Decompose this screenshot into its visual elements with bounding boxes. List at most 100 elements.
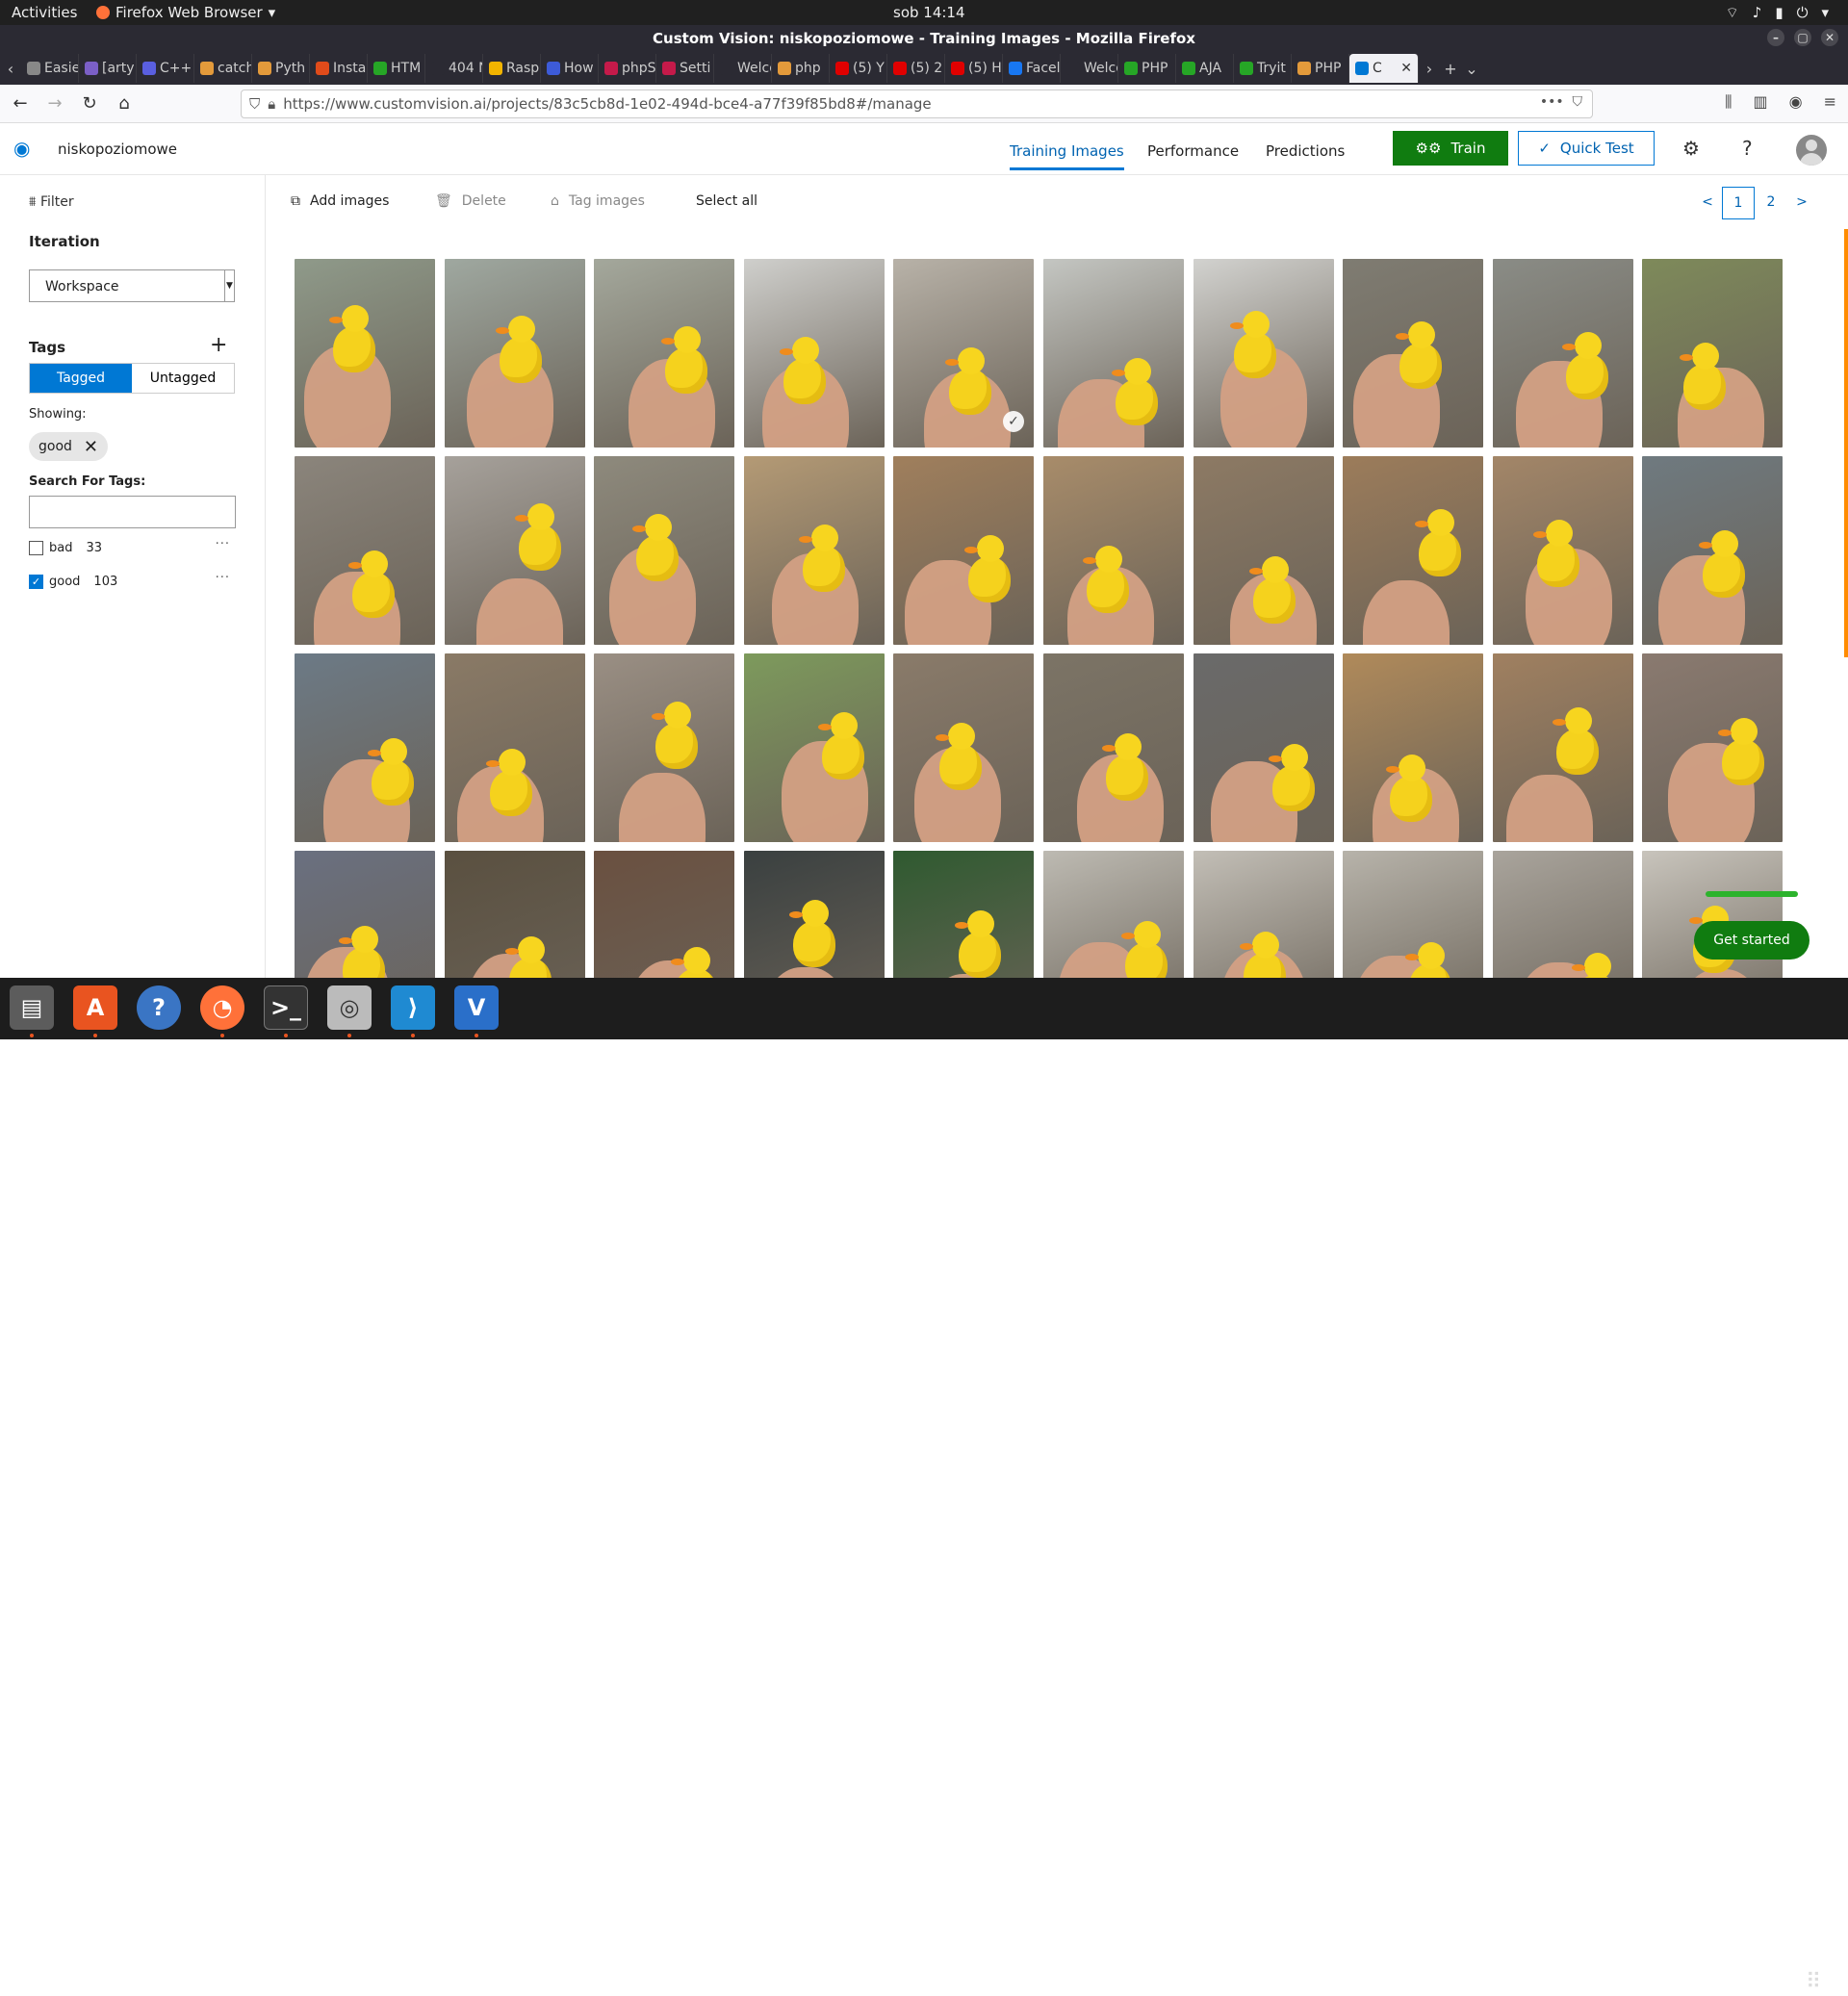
tab-scroll-left-icon[interactable]: ‹ [0,60,21,78]
training-image-thumbnail[interactable] [445,851,585,978]
project-name[interactable]: niskopoziomowe [58,141,177,158]
pocket-icon[interactable]: ⛉ [1573,94,1583,110]
tag-checkbox-good[interactable]: ✓ [29,575,43,589]
tag-row-good[interactable]: ✓ good 103 ··· [29,571,236,589]
help-icon[interactable]: ? [1742,137,1753,160]
training-image-thumbnail[interactable] [1343,259,1483,448]
page-1-button[interactable]: 1 [1722,187,1755,219]
minimize-icon[interactable]: – [1767,29,1784,46]
browser-tab[interactable]: Tryit [1234,54,1292,83]
training-image-thumbnail[interactable] [744,653,885,842]
avatar[interactable] [1796,135,1827,166]
browser-tab[interactable]: Facel [1003,54,1061,83]
camera-icon[interactable]: ◎ [327,985,372,1030]
training-image-thumbnail[interactable] [295,851,435,978]
account-icon[interactable]: ◉ [1789,92,1803,112]
show-applications-icon[interactable]: ⠿ [1800,1969,1827,1996]
sidebar-icon[interactable]: ▥ [1754,92,1768,112]
browser-tab[interactable]: How [541,54,599,83]
untagged-button[interactable]: Untagged [132,364,234,393]
maximize-icon[interactable]: ▢ [1794,29,1811,46]
tab-scroll-right-icon[interactable]: › [1419,60,1440,78]
more-icon[interactable]: ··· [216,571,230,585]
browser-tab[interactable]: phpS [599,54,656,83]
training-image-thumbnail[interactable] [1043,259,1184,448]
train-button[interactable]: ⚙⚙ Train [1393,131,1508,166]
address-bar[interactable]: ⛉ 🔒︎ https://www.customvision.ai/project… [241,90,1593,118]
browser-tab[interactable]: php [772,54,830,83]
training-image-thumbnail[interactable] [744,259,885,448]
prev-page-button[interactable]: < [1698,187,1717,219]
training-image-thumbnail[interactable] [1194,259,1334,448]
training-image-thumbnail[interactable] [594,456,734,645]
training-image-thumbnail[interactable] [893,851,1034,978]
training-image-thumbnail[interactable] [594,851,734,978]
home-icon[interactable]: ⌂ [110,90,139,118]
back-icon[interactable]: ← [6,90,35,118]
training-image-thumbnail[interactable] [1642,456,1783,645]
training-image-thumbnail[interactable] [1343,851,1483,978]
remove-chip-icon[interactable]: ✕ [84,437,98,457]
training-image-thumbnail[interactable] [1043,851,1184,978]
select-all-button[interactable]: Select all [696,193,757,209]
training-image-thumbnail[interactable] [445,259,585,448]
browser-tab[interactable]: PHP [1118,54,1176,83]
training-image-thumbnail[interactable] [1043,456,1184,645]
browser-tab[interactable]: Insta [310,54,368,83]
vnc-icon[interactable]: V [454,985,499,1030]
training-image-thumbnail[interactable] [1343,653,1483,842]
system-tray[interactable]: ⌔ ♪ ▮ ⏻ ▾ [1726,4,1829,22]
training-image-thumbnail[interactable] [445,456,585,645]
browser-tab[interactable]: HTM [368,54,425,83]
list-all-tabs-icon[interactable]: ⌄ [1461,60,1482,78]
scrollbar[interactable] [1844,229,1848,657]
tag-checkbox-bad[interactable] [29,541,43,555]
close-icon[interactable]: ✕ [1821,29,1838,46]
clock[interactable]: sob 14:14 [893,4,965,21]
next-page-button[interactable]: > [1792,187,1811,219]
software-center-icon[interactable]: A [73,985,117,1030]
tagged-button[interactable]: Tagged [30,364,132,393]
training-image-thumbnail[interactable] [893,653,1034,842]
training-image-thumbnail[interactable] [594,653,734,842]
vscode-icon[interactable]: ⟩ [391,985,435,1030]
hamburger-menu-icon[interactable]: ≡ [1824,92,1836,112]
page-2-button[interactable]: 2 [1761,187,1781,219]
page-actions-icon[interactable]: ••• [1540,94,1564,110]
training-image-thumbnail[interactable] [295,259,435,448]
training-image-thumbnail[interactable] [1194,456,1334,645]
training-image-thumbnail[interactable] [1194,851,1334,978]
more-icon[interactable]: ··· [216,537,230,551]
eye-logo-icon[interactable]: ◉ [13,137,40,160]
selected-check-icon[interactable]: ✓ [1003,411,1024,432]
search-tags-input[interactable] [29,496,236,528]
training-image-thumbnail[interactable] [1043,653,1184,842]
browser-tab[interactable]: Setti [656,54,714,83]
browser-tab[interactable]: 404 Not [425,54,483,83]
library-icon[interactable]: ⫼ [1725,92,1732,112]
browser-tab[interactable]: C ✕ [1349,54,1419,83]
browser-tab[interactable]: Rasp [483,54,541,83]
training-image-thumbnail[interactable] [1194,653,1334,842]
browser-tab[interactable]: Welcom [1061,54,1118,83]
browser-tab[interactable]: Pyth [252,54,310,83]
training-image-thumbnail[interactable] [1493,653,1633,842]
training-image-thumbnail[interactable] [295,653,435,842]
terminal-icon[interactable]: >_ [264,985,308,1030]
browser-tab[interactable]: AJA [1176,54,1234,83]
browser-tab[interactable]: (5) 2 [887,54,945,83]
training-image-thumbnail[interactable] [445,653,585,842]
training-image-thumbnail[interactable] [1642,259,1783,448]
training-image-thumbnail[interactable] [594,259,734,448]
browser-tab[interactable]: catch [194,54,252,83]
browser-tab[interactable]: Welcom [714,54,772,83]
settings-icon[interactable]: ⚙ [1682,137,1700,160]
close-tab-icon[interactable]: ✕ [1400,61,1412,76]
training-image-thumbnail[interactable] [295,456,435,645]
training-image-thumbnail[interactable] [1343,456,1483,645]
training-image-thumbnail[interactable] [1642,653,1783,842]
training-image-thumbnail[interactable] [893,456,1034,645]
training-image-thumbnail[interactable] [1493,456,1633,645]
training-image-thumbnail[interactable] [744,851,885,978]
add-images-button[interactable]: ⧉ Add images [291,193,389,209]
